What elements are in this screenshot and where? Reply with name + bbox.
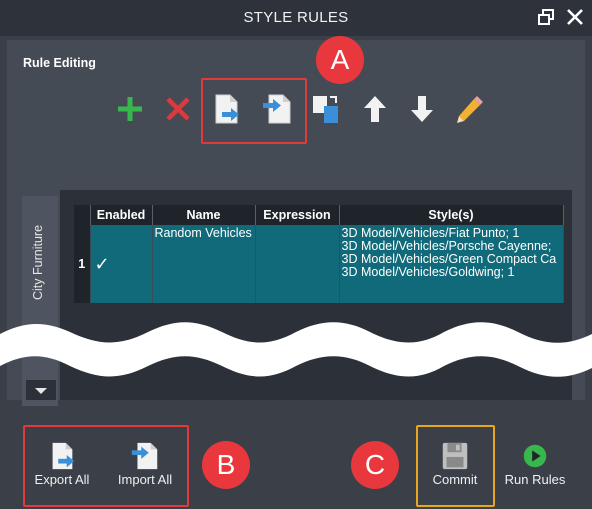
- pencil-icon: [457, 96, 483, 123]
- arrow-down-icon: [411, 96, 433, 122]
- delete-rule-button[interactable]: [161, 92, 195, 126]
- rules-table: Enabled Name Expression Style(s) 1 ✓ Ran…: [74, 205, 564, 303]
- save-disk-icon: [442, 442, 468, 470]
- plus-icon: [118, 97, 142, 121]
- callout-b-badge: B: [202, 441, 250, 489]
- row-number-header: [74, 205, 91, 225]
- callout-a-badge: A: [316, 36, 364, 84]
- callout-c-badge: C: [351, 441, 399, 489]
- rule-name-cell[interactable]: Random Vehicles: [152, 225, 256, 303]
- column-header-enabled[interactable]: Enabled: [90, 205, 153, 225]
- run-rules-button[interactable]: Run Rules: [500, 440, 570, 487]
- callout-b-highlight: [23, 425, 189, 507]
- rule-styles-cell[interactable]: 3D Model/Vehicles/Fiat Punto; 1 3D Model…: [339, 225, 564, 303]
- play-icon: [523, 444, 547, 468]
- commit-button[interactable]: Commit: [424, 440, 486, 487]
- torn-edge-separator: [0, 322, 592, 377]
- rule-expression-cell[interactable]: [255, 225, 340, 303]
- window-title: STYLE RULES: [243, 9, 349, 26]
- table-header-row: Enabled Name Expression Style(s): [74, 205, 564, 225]
- table-row[interactable]: 1 ✓ Random Vehicles 3D Model/Vehicles/Fi…: [74, 225, 564, 303]
- callout-a-highlight: [201, 78, 307, 144]
- move-down-button[interactable]: [405, 92, 439, 126]
- close-icon[interactable]: [564, 6, 586, 28]
- restore-window-icon[interactable]: [536, 6, 558, 28]
- copy-rule-button[interactable]: [309, 92, 343, 126]
- commit-label: Commit: [432, 472, 478, 487]
- tab-city-furniture[interactable]: City Furniture: [31, 225, 45, 300]
- arrow-up-icon: [364, 96, 386, 122]
- run-rules-label: Run Rules: [504, 472, 566, 487]
- style-entry: 3D Model/Vehicles/Goldwing; 1: [341, 265, 515, 279]
- scroll-down-button[interactable]: [26, 380, 56, 400]
- column-header-expression[interactable]: Expression: [255, 205, 340, 225]
- copy-icon: [313, 96, 338, 123]
- enabled-checkbox[interactable]: ✓: [90, 225, 153, 303]
- row-number: 1: [74, 225, 91, 303]
- move-up-button[interactable]: [358, 92, 392, 126]
- add-rule-button[interactable]: [113, 92, 147, 126]
- edit-rule-button[interactable]: [452, 92, 486, 126]
- rule-editing-heading: Rule Editing: [23, 56, 96, 70]
- column-header-styles[interactable]: Style(s): [339, 205, 564, 225]
- title-bar: STYLE RULES: [0, 0, 592, 36]
- column-header-name[interactable]: Name: [152, 205, 256, 225]
- delete-x-icon: [166, 97, 190, 121]
- caret-down-icon: [35, 388, 47, 394]
